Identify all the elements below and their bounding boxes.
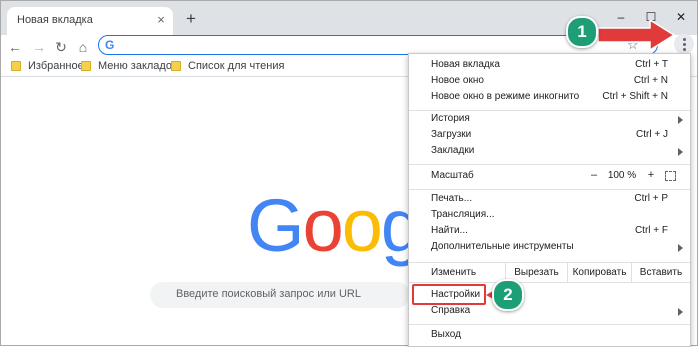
menu-edit-row: Изменить Вырезать Копировать Вставить xyxy=(409,262,690,283)
logo-letter: o xyxy=(341,184,383,267)
zoom-level: 100 % xyxy=(607,170,637,181)
submenu-arrow-icon xyxy=(678,148,683,156)
menu-item-label: Печать... xyxy=(431,193,473,204)
edit-label: Изменить xyxy=(431,267,477,278)
menu-item-label: Выход xyxy=(431,329,461,340)
menu-item-label: Трансляция... xyxy=(431,209,495,220)
menu-item-print[interactable]: Печать... Ctrl + P xyxy=(409,192,690,208)
menu-item-shortcut: Ctrl + N xyxy=(633,75,668,86)
search-box[interactable]: Введите поисковый запрос или URL xyxy=(150,282,410,308)
new-tab-button[interactable]: + xyxy=(181,9,201,29)
bookmark-favorites[interactable]: Избранное xyxy=(11,60,84,74)
menu-item-incognito[interactable]: Новое окно в режиме инкогнито Ctrl + Shi… xyxy=(409,90,690,106)
bookmark-menu[interactable]: Меню закладок xyxy=(81,60,177,74)
logo-letter: o xyxy=(302,184,344,267)
menu-item-find[interactable]: Найти... Ctrl + F xyxy=(409,224,690,240)
submenu-arrow-icon xyxy=(678,244,683,252)
copy-button[interactable]: Копировать xyxy=(567,263,631,282)
zoom-out-button[interactable]: – xyxy=(586,169,602,181)
submenu-arrow-icon xyxy=(678,116,683,124)
arrow-icon xyxy=(598,20,676,50)
menu-separator xyxy=(409,164,690,165)
paste-button[interactable]: Вставить xyxy=(631,263,690,282)
settings-highlight-box xyxy=(412,284,486,305)
bookmark-reading-list[interactable]: Список для чтения xyxy=(171,60,284,74)
folder-icon xyxy=(171,61,181,71)
menu-item-label: Новое окно xyxy=(431,75,484,86)
menu-item-label: История xyxy=(431,113,470,124)
menu-item-label: Новая вкладка xyxy=(431,59,500,70)
close-tab-icon[interactable]: × xyxy=(153,12,169,28)
callout-badge-2: 2 xyxy=(492,279,524,311)
menu-item-label: Новое окно в режиме инкогнито xyxy=(431,91,580,102)
google-icon: G xyxy=(105,38,115,52)
menu-item-label: Закладки xyxy=(431,145,475,156)
menu-item-shortcut: Ctrl + P xyxy=(634,193,668,204)
folder-icon xyxy=(11,61,21,71)
menu-item-new-window[interactable]: Новое окно Ctrl + N xyxy=(409,74,690,90)
menu-item-shortcut: Ctrl + T xyxy=(635,59,668,70)
search-placeholder: Введите поисковый запрос или URL xyxy=(176,288,361,300)
back-button[interactable]: ← xyxy=(5,38,25,56)
menu-item-history[interactable]: История xyxy=(409,112,690,128)
menu-item-exit[interactable]: Выход xyxy=(409,328,690,344)
menu-item-label: Масштаб xyxy=(431,170,474,181)
menu-item-label: Загрузки xyxy=(431,129,472,140)
bookmark-label: Меню закладок xyxy=(98,60,177,72)
callout-badge-1: 1 xyxy=(566,16,598,48)
forward-button[interactable]: → xyxy=(29,38,49,56)
folder-icon xyxy=(81,61,91,71)
bookmark-label: Список для чтения xyxy=(188,60,285,72)
tab-title: Новая вкладка xyxy=(17,14,93,26)
menu-item-shortcut: Ctrl + Shift + N xyxy=(602,91,668,102)
menu-item-label: Справка xyxy=(431,305,471,316)
logo-letter: G xyxy=(247,184,305,267)
submenu-arrow-icon xyxy=(678,308,683,316)
fullscreen-icon[interactable] xyxy=(665,171,676,181)
menu-item-shortcut: Ctrl + F xyxy=(634,225,668,236)
menu-item-new-tab[interactable]: Новая вкладка Ctrl + T xyxy=(409,58,690,74)
menu-item-help[interactable]: Справка xyxy=(409,304,690,320)
menu-item-zoom: Масштаб – 100 % + xyxy=(409,169,690,185)
menu-item-cast[interactable]: Трансляция... xyxy=(409,208,690,224)
bookmark-label: Избранное xyxy=(28,60,84,72)
menu-separator xyxy=(409,110,690,111)
menu-item-bookmarks[interactable]: Закладки xyxy=(409,144,690,160)
menu-item-shortcut: Ctrl + J xyxy=(636,129,668,140)
menu-item-more-tools[interactable]: Дополнительные инструменты xyxy=(409,240,690,256)
menu-separator xyxy=(409,324,690,325)
menu-dots-icon[interactable] xyxy=(674,34,694,54)
home-button[interactable]: ⌂ xyxy=(73,38,93,56)
menu-item-downloads[interactable]: Загрузки Ctrl + J xyxy=(409,128,690,144)
menu-item-label: Дополнительные инструменты xyxy=(431,241,574,252)
zoom-in-button[interactable]: + xyxy=(643,169,659,181)
menu-separator xyxy=(409,189,690,190)
tab-new-tab[interactable]: Новая вкладка × xyxy=(7,7,173,35)
menu-item-label: Найти... xyxy=(431,225,468,236)
reload-button[interactable]: ↻ xyxy=(51,38,71,56)
